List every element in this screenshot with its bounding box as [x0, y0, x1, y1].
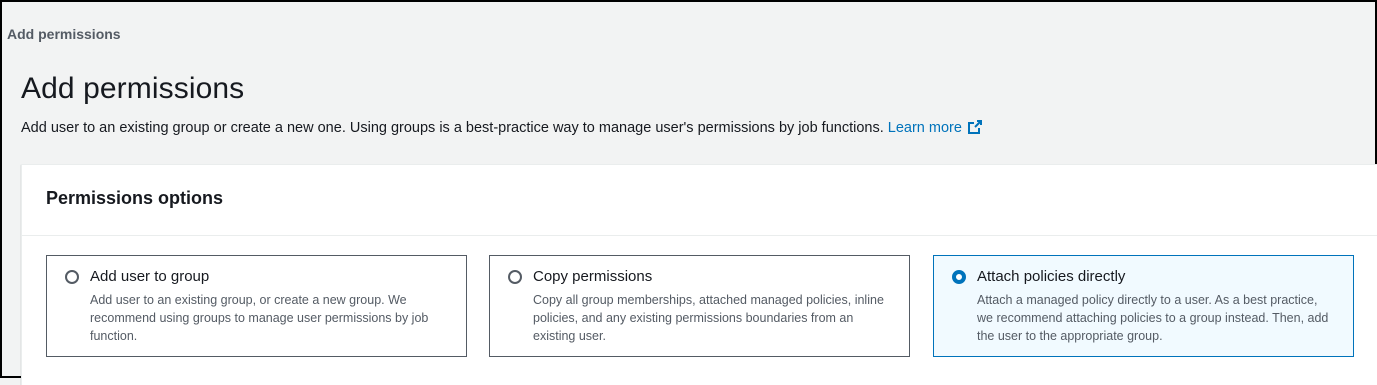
option-description: Add user to an existing group, or create… [90, 293, 429, 343]
option-copy-permissions[interactable]: Copy permissions Copy all group membersh… [489, 255, 910, 357]
option-label: Copy permissions [533, 268, 653, 285]
radio-copy-permissions[interactable] [508, 270, 522, 284]
breadcrumb: Add permissions [7, 26, 121, 42]
radio-attach-policies-directly[interactable] [952, 270, 966, 284]
page-description: Add user to an existing group or create … [21, 119, 983, 139]
learn-more-label: Learn more [887, 120, 962, 136]
option-label: Attach policies directly [977, 268, 1126, 285]
option-description: Copy all group memberships, attached man… [533, 293, 884, 343]
page-title: Add permissions [21, 72, 245, 105]
panel-header: Permissions options [22, 165, 1377, 236]
option-add-user-to-group[interactable]: Add user to group Add user to an existin… [46, 255, 467, 357]
option-attach-policies-directly[interactable]: Attach policies directly Attach a manage… [933, 255, 1354, 357]
radio-add-user-to-group[interactable] [65, 270, 79, 284]
learn-more-link[interactable]: Learn more [888, 120, 983, 136]
permissions-options-panel: Permissions options Add user to group Ad… [21, 164, 1377, 385]
external-link-icon [967, 119, 983, 139]
page-description-text: Add user to an existing group or create … [21, 120, 884, 136]
option-description: Attach a managed policy directly to a us… [977, 293, 1329, 343]
panel-title: Permissions options [46, 188, 224, 208]
option-label: Add user to group [90, 268, 210, 285]
